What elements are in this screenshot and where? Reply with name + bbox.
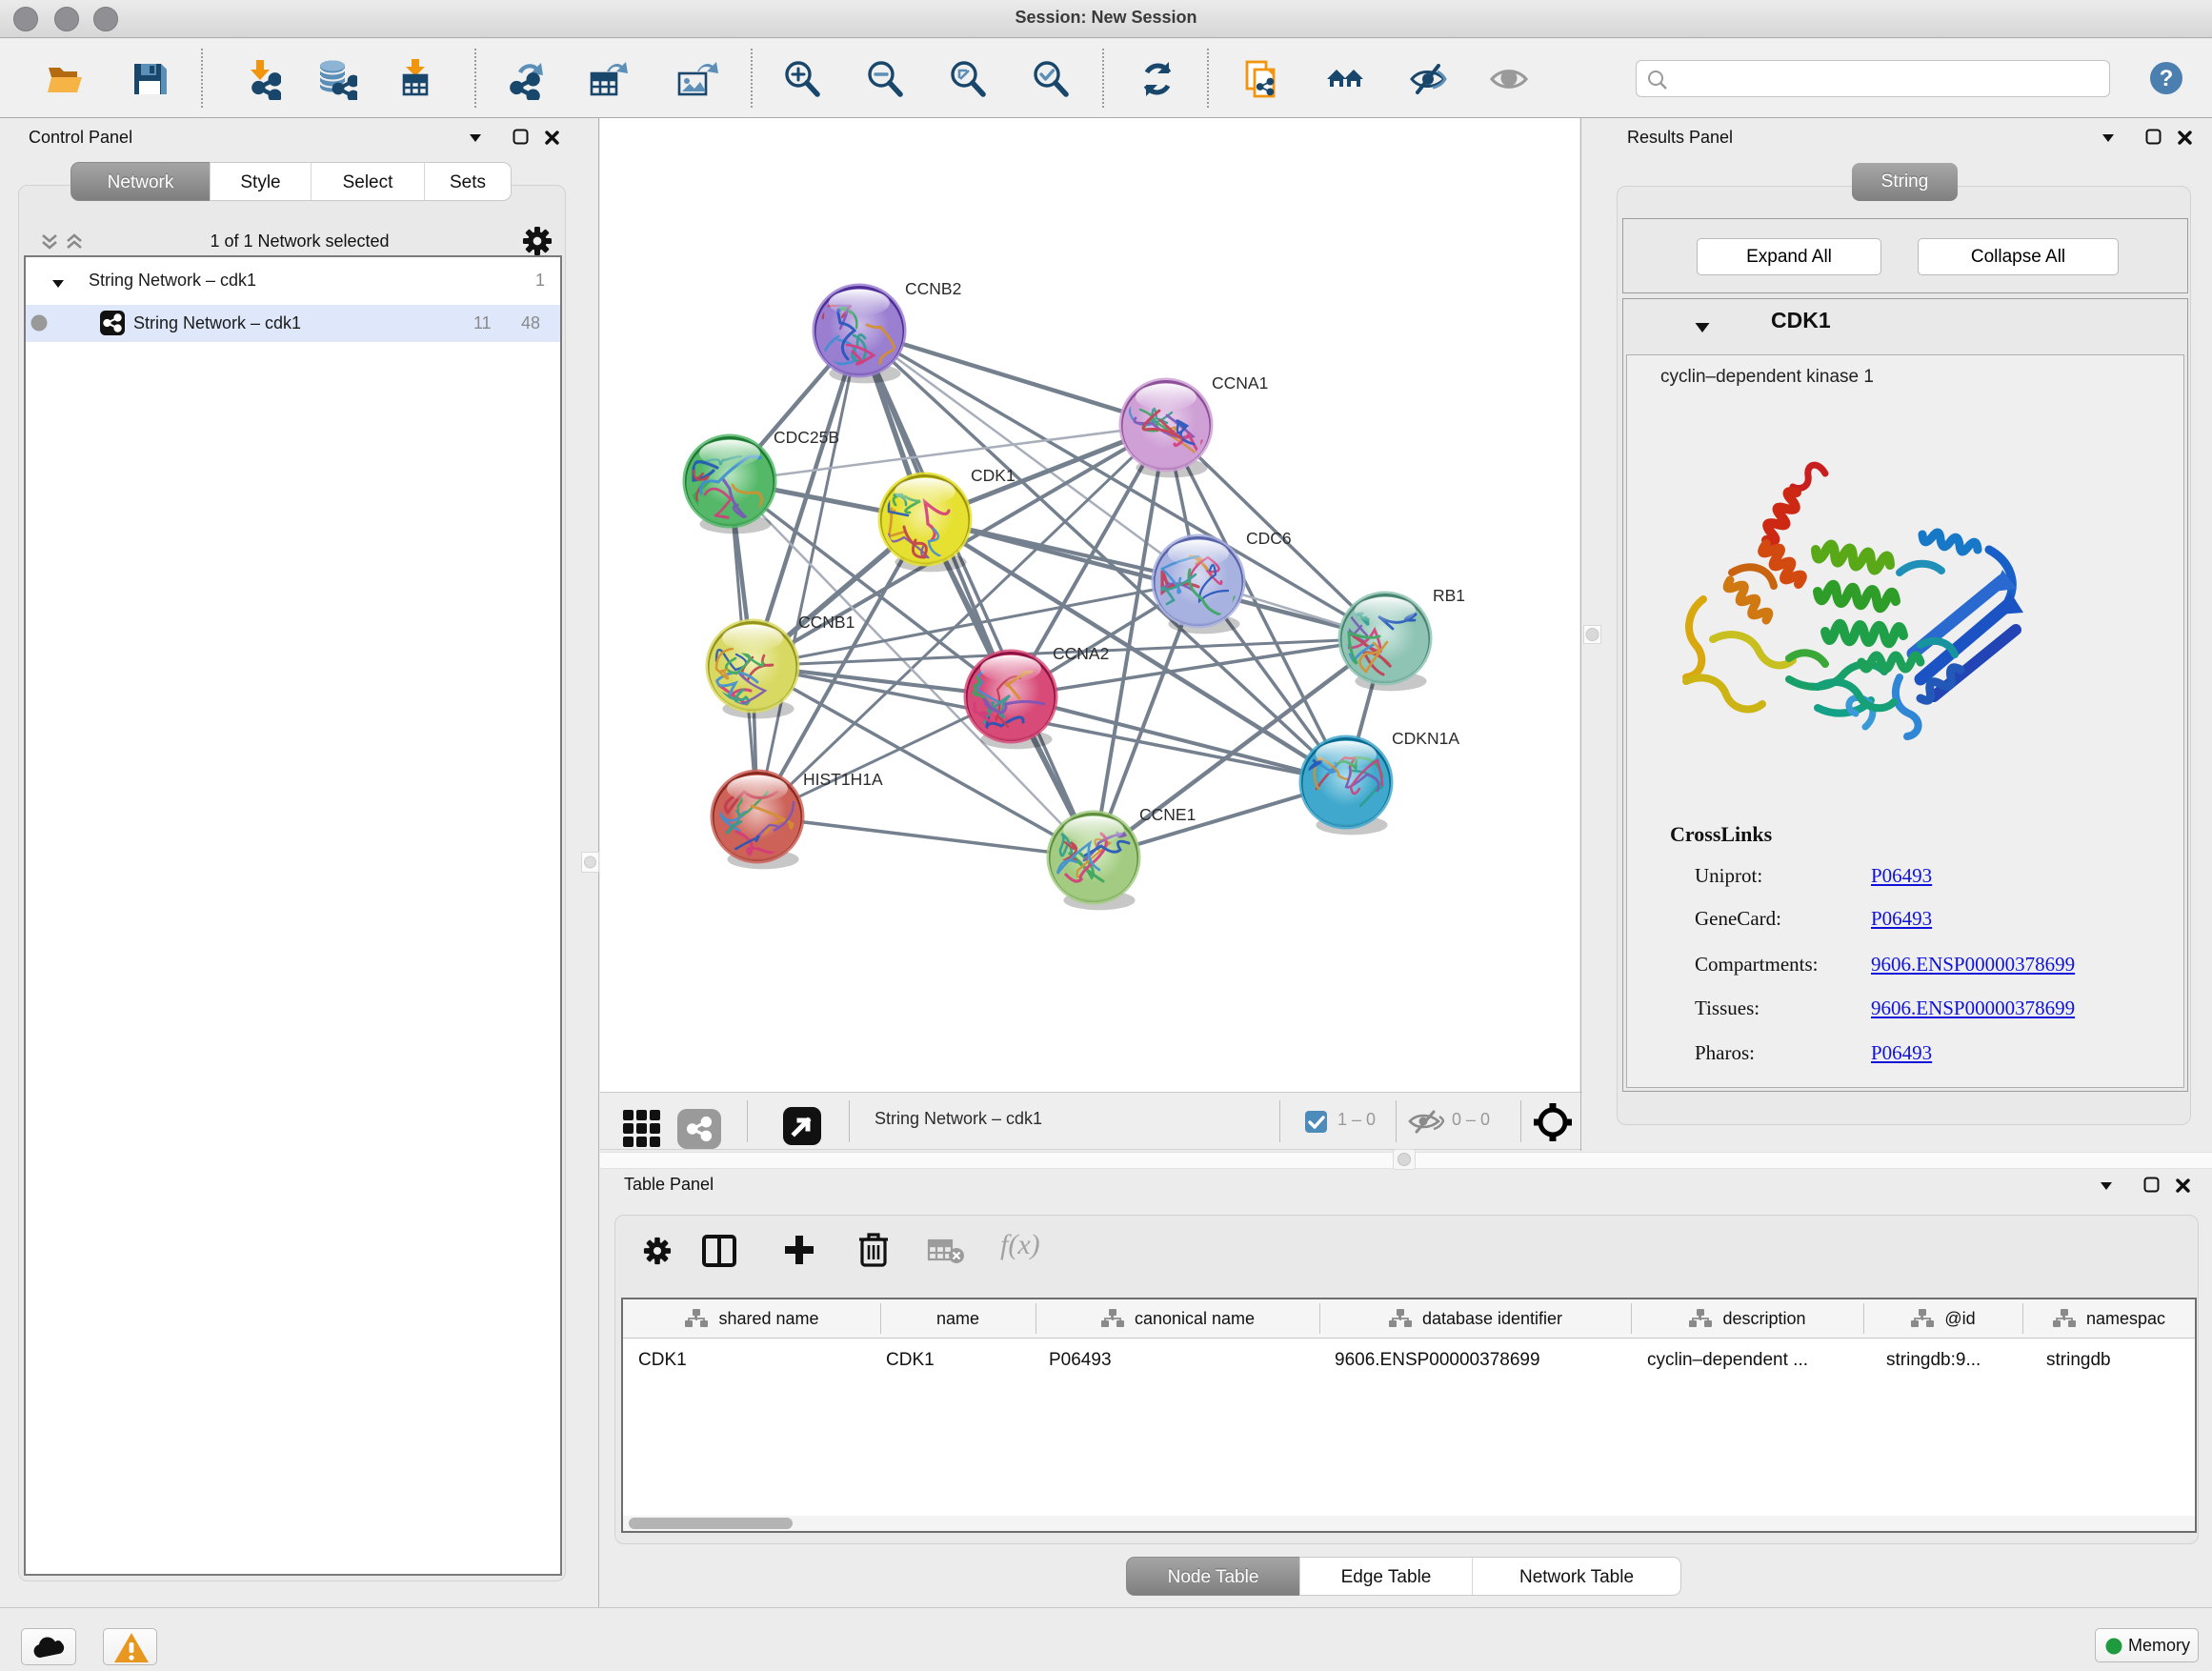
svg-text:CDC25B: CDC25B	[774, 428, 839, 447]
svg-text:CCNB2: CCNB2	[905, 279, 961, 298]
svg-text:RB1: RB1	[1433, 586, 1465, 605]
svg-text:CCNA2: CCNA2	[1053, 644, 1109, 663]
svg-text:?: ?	[2160, 66, 2174, 91]
svg-text:CDKN1A: CDKN1A	[1392, 729, 1459, 748]
svg-text:CCNB1: CCNB1	[798, 613, 855, 632]
svg-text:CCNA1: CCNA1	[1212, 373, 1268, 393]
svg-text:HIST1H1A: HIST1H1A	[803, 770, 883, 789]
svg-text:CCNE1: CCNE1	[1139, 805, 1196, 824]
svg-text:CDK1: CDK1	[971, 466, 1016, 485]
svg-text:CDC6: CDC6	[1246, 529, 1292, 548]
